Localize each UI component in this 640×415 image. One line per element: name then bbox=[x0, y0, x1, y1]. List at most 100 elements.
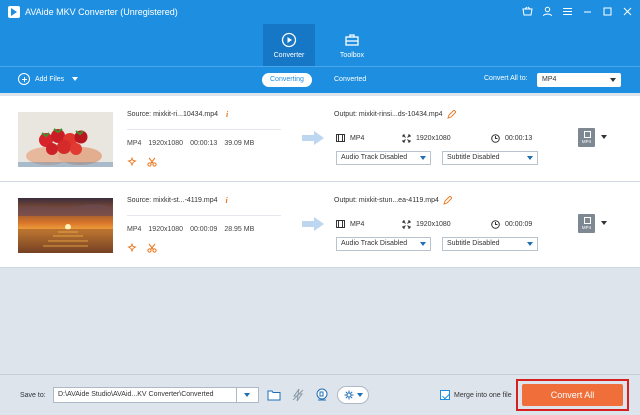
subtitle-value: Subtitle Disabled bbox=[447, 240, 500, 247]
save-to-label: Save to: bbox=[20, 392, 46, 399]
edit-name-icon[interactable] bbox=[446, 110, 456, 119]
scissors-icon[interactable] bbox=[147, 243, 157, 253]
subtitle-select[interactable]: Subtitle Disabled bbox=[442, 237, 538, 251]
chevron-down-icon bbox=[420, 156, 426, 160]
folder-icon bbox=[267, 390, 281, 401]
open-folder-button[interactable] bbox=[265, 386, 283, 404]
add-files-button[interactable]: Add Files bbox=[18, 73, 79, 85]
source-size: 39.09 MB bbox=[224, 140, 255, 147]
subtitle-select[interactable]: Subtitle Disabled bbox=[442, 151, 538, 165]
hardware-acceleration-off-button[interactable] bbox=[289, 386, 307, 404]
output-duration-prop: 00:00:09 bbox=[491, 220, 532, 229]
output-resolution-prop: 1920x1080 bbox=[402, 220, 451, 229]
audio-track-value: Audio Track Disabled bbox=[341, 240, 408, 247]
file-item: Source: mixkit-st...-4119.mp4 i MP4 1920… bbox=[0, 182, 640, 268]
tab-converter-label: Converter bbox=[273, 51, 305, 59]
title-bar: AVAide MKV Converter (Unregistered) bbox=[0, 0, 640, 24]
source-size: 28.95 MB bbox=[224, 226, 255, 233]
info-icon[interactable]: i bbox=[226, 110, 228, 119]
gpu-icon bbox=[316, 388, 328, 401]
output-duration: 00:00:09 bbox=[505, 221, 533, 228]
main-nav: Converter Toolbox bbox=[0, 24, 640, 66]
app-logo-icon bbox=[8, 6, 20, 18]
file-item: Source: mixkit-ri...10434.mp4 i MP4 1920… bbox=[0, 96, 640, 182]
tab-toolbox-label: Toolbox bbox=[339, 51, 365, 59]
settings-dropdown[interactable] bbox=[337, 386, 369, 404]
tab-toolbox[interactable]: Toolbox bbox=[326, 24, 378, 66]
chevron-down-icon[interactable] bbox=[72, 77, 79, 81]
audio-track-select[interactable]: Audio Track Disabled bbox=[336, 151, 431, 165]
maximize-icon[interactable] bbox=[600, 4, 614, 18]
edit-tools bbox=[127, 243, 157, 253]
output-duration-prop: 00:00:13 bbox=[491, 134, 532, 143]
source-meta: MP4 1920x1080 00:00:09 28.95 MB bbox=[127, 226, 254, 233]
output-resolution-prop: 1920x1080 bbox=[402, 134, 451, 143]
plus-icon bbox=[18, 73, 30, 85]
chevron-down-icon bbox=[527, 156, 533, 160]
chevron-down-icon bbox=[610, 78, 616, 82]
output-format-prop: MP4 bbox=[336, 220, 364, 228]
merge-checkbox[interactable] bbox=[440, 390, 450, 400]
output-resolution: 1920x1080 bbox=[416, 221, 451, 228]
add-files-label: Add Files bbox=[35, 75, 65, 83]
source-filename: Source: mixkit-st...-4119.mp4 bbox=[127, 197, 218, 204]
tab-converting[interactable]: Converting bbox=[262, 73, 312, 87]
menu-icon[interactable] bbox=[560, 4, 574, 18]
source-line: Source: mixkit-st...-4119.mp4 i bbox=[127, 196, 228, 205]
source-meta: MP4 1920x1080 00:00:13 39.09 MB bbox=[127, 140, 254, 147]
edit-tools bbox=[127, 157, 157, 167]
output-props: MP4 1920x1080 00:00:13 bbox=[336, 134, 538, 146]
output-format-badge[interactable]: MP4 bbox=[578, 128, 595, 147]
output-format: MP4 bbox=[350, 220, 365, 228]
divider bbox=[127, 129, 281, 130]
clock-icon bbox=[491, 134, 500, 143]
source-resolution: 1920x1080 bbox=[148, 226, 184, 233]
tab-converter[interactable]: Converter bbox=[263, 24, 315, 66]
toolbar: Add Files Converting Converted Convert A… bbox=[0, 66, 640, 93]
converter-icon bbox=[281, 32, 297, 47]
basket-icon[interactable] bbox=[520, 4, 534, 18]
magic-wand-icon[interactable] bbox=[127, 157, 137, 167]
scissors-icon[interactable] bbox=[147, 157, 157, 167]
output-format-badge[interactable]: MP4 bbox=[578, 214, 595, 233]
lightning-off-icon bbox=[292, 388, 304, 402]
window-title: AVAide MKV Converter (Unregistered) bbox=[25, 7, 178, 17]
resize-icon bbox=[402, 134, 411, 143]
minimize-icon[interactable] bbox=[580, 4, 594, 18]
convert-all-button[interactable]: Convert All bbox=[522, 384, 623, 406]
output-resolution: 1920x1080 bbox=[416, 135, 451, 142]
output-line: Output: mixkit-stun...ea-4119.mp4 bbox=[334, 196, 452, 205]
magic-wand-icon[interactable] bbox=[127, 243, 137, 253]
output-format-prop: MP4 bbox=[336, 134, 364, 142]
bottom-bar: Save to: D:\AVAide Studio\AVAid...KV Con… bbox=[0, 374, 640, 415]
arrow-right-icon bbox=[302, 131, 324, 145]
merge-option[interactable]: Merge into one file bbox=[440, 390, 512, 400]
source-duration: 00:00:09 bbox=[190, 226, 218, 233]
info-icon[interactable]: i bbox=[226, 196, 228, 205]
gpu-acceleration-button[interactable] bbox=[313, 386, 331, 404]
save-path-dropdown[interactable] bbox=[236, 388, 258, 402]
clock-icon bbox=[491, 220, 500, 229]
tab-converted[interactable]: Converted bbox=[326, 73, 374, 87]
save-path-select[interactable]: D:\AVAide Studio\AVAid...KV Converter\Co… bbox=[53, 387, 259, 403]
output-props: MP4 1920x1080 00:00:09 bbox=[336, 220, 538, 232]
divider bbox=[127, 215, 281, 216]
resize-icon bbox=[402, 220, 411, 229]
audio-track-value: Audio Track Disabled bbox=[341, 154, 408, 161]
chevron-down-icon[interactable] bbox=[601, 135, 607, 139]
chevron-down-icon bbox=[356, 393, 363, 397]
chevron-down-icon bbox=[420, 242, 426, 246]
video-thumbnail[interactable] bbox=[18, 112, 113, 167]
convert-all-format-select[interactable]: MP4 bbox=[537, 73, 621, 87]
source-line: Source: mixkit-ri...10434.mp4 i bbox=[127, 110, 228, 119]
subtitle-value: Subtitle Disabled bbox=[447, 154, 500, 161]
audio-track-select[interactable]: Audio Track Disabled bbox=[336, 237, 431, 251]
user-icon[interactable] bbox=[540, 4, 554, 18]
edit-name-icon[interactable] bbox=[443, 196, 452, 205]
source-filename: Source: mixkit-ri...10434.mp4 bbox=[127, 111, 219, 118]
output-format: MP4 bbox=[350, 134, 365, 142]
video-thumbnail[interactable] bbox=[18, 198, 113, 253]
chevron-down-icon[interactable] bbox=[601, 221, 607, 225]
convert-all-format-value: MP4 bbox=[542, 76, 557, 83]
close-icon[interactable] bbox=[620, 4, 634, 18]
